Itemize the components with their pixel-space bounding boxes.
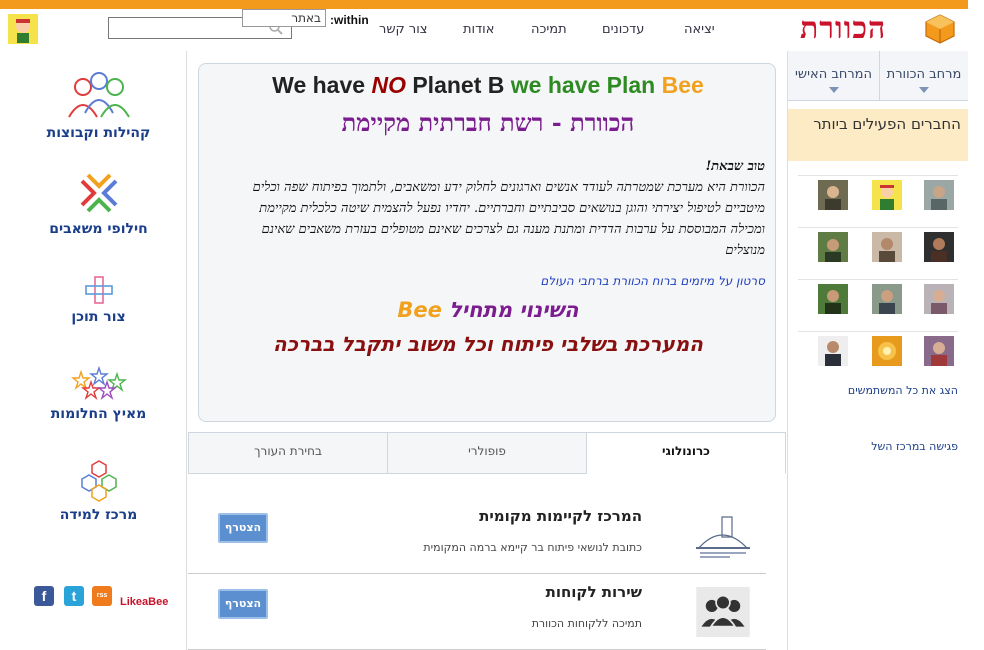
menu-learning-center-label: מרכז למידה [59,507,138,523]
tab-popular[interactable]: פופולרי [387,432,587,474]
hero-title-no: NO [371,72,406,98]
within-label: :within [330,13,369,27]
center-content: We have NO Planet B we have Plan Bee הכו… [188,51,786,650]
social-links: f t rss LikeaBee [34,584,184,610]
member-avatar[interactable] [924,284,954,314]
plus-icon [84,276,113,304]
hero-title-planet: Planet B [412,72,505,98]
hive-logo-icon[interactable] [924,14,956,44]
hero-change: השינוי מתחיל Bee [199,298,777,322]
group-description: כתובת לנושאי פיתוח בר קיימא ברמה המקומית [423,541,642,554]
member-avatar[interactable] [872,336,902,366]
member-avatar[interactable] [818,284,848,314]
member-avatar[interactable] [872,180,902,210]
menu-resource-exchange-label: חילופי משאבים [49,221,148,237]
menu-communities-label: קהילות וקבוצות [46,125,151,141]
menu-communities[interactable]: קהילות וקבוצות [10,71,187,141]
menu-dream-accelerator[interactable]: מאיץ החלומות [10,366,187,422]
member-avatar[interactable] [818,336,848,366]
user-avatar[interactable] [8,14,38,44]
right-sidebar: מרחב הכוורת המרחב האישי החברים הפעילים ב… [787,51,969,650]
hero-title: We have NO Planet B we have Plan Bee [199,72,777,99]
member-row [798,175,958,227]
hero-panel: We have NO Planet B we have Plan Bee הכו… [198,63,776,422]
hero-title-bee: Bee [661,72,704,98]
video-link[interactable]: סרטון על מיזמים ברוח הכוורת ברחבי העולם [221,274,765,288]
member-avatar[interactable] [872,232,902,262]
member-avatar[interactable] [924,336,954,366]
join-button[interactable]: הצטרף [218,513,268,543]
group-row: הצטרף שירות לקוחות תמיכה ללקוחות הכוורת [188,575,766,650]
menu-create-content[interactable]: צור תוכן [10,275,187,325]
nav-support[interactable]: תמיכה [531,22,567,37]
nav-contact[interactable]: צור קשר [379,22,428,37]
users-group-icon[interactable] [692,587,754,637]
active-members-title: החברים הפעילים ביותר [788,109,969,161]
group-title[interactable]: המרכז לקיימות מקומית [479,507,642,525]
menu-learning-center[interactable]: מרכז למידה [10,459,187,523]
group-title[interactable]: שירות לקוחות [546,583,642,601]
hero-change-bee: Bee [397,298,442,322]
sustainability-center-logo[interactable] [692,511,754,561]
likeabee-logo[interactable]: LikeaBee [120,596,168,608]
menu-dream-accelerator-label: מאיץ החלומות [50,406,147,422]
left-menu: קהילות וקבוצות חילופי משאבים צור תוכן מא… [10,51,187,650]
honeycomb-icon [80,460,117,502]
chevron-down-icon [828,87,839,93]
twitter-icon[interactable]: t [64,586,84,606]
sort-tabs: כרונולוגי פופולרי בחירת העורך [188,432,786,474]
nav-logout[interactable]: יציאה [684,22,715,37]
hero-description: הכוורת היא מערכת שמטרתה לעודד אנשים וארג… [252,180,765,258]
hero-subtitle: הכוורת - רשת חברתית מקיימת [341,108,635,137]
menu-resource-exchange[interactable]: חילופי משאבים [10,169,187,237]
member-row [798,331,958,383]
site-select[interactable]: באתר [242,9,326,27]
hero-title-plan: we have Plan [510,72,656,98]
hero-greeting: טוב שבאת! [705,159,765,174]
member-avatar[interactable] [872,284,902,314]
member-avatar[interactable] [924,180,954,210]
facebook-icon[interactable]: f [34,586,54,606]
member-avatar[interactable] [818,180,848,210]
chevron-down-icon [919,87,929,93]
tab-editors-choice[interactable]: בחירת העורך [188,432,388,474]
hero-change-text: השינוי מתחיל [449,298,579,322]
exchange-icon [80,173,117,213]
dev-notice: המערכת בשלבי פיתוח וכל משוב יתקבל בברכה [273,332,703,356]
group-description: תמיכה ללקוחות הכוורת [531,617,642,630]
main-area: קהילות וקבוצות חילופי משאבים צור תוכן מא… [0,51,984,650]
nav-about[interactable]: אודות [463,22,494,37]
hero-title-we-have: We have [272,72,366,98]
stars-icon [70,366,127,401]
tab-personal-space-label: המרחב האישי [794,67,872,82]
header: באתר :within צור קשר אודות תמיכה עדכונים… [0,9,968,51]
nav-updates[interactable]: עדכונים [602,22,644,37]
member-row [798,279,958,331]
tab-hive-space-label: מרחב הכוורת [886,67,962,82]
member-avatar[interactable] [924,232,954,262]
tab-hive-space[interactable]: מרחב הכוורת [880,51,969,101]
top-accent-strip [0,0,968,9]
tab-personal-space[interactable]: המרחב האישי [788,51,880,101]
page-scrollbar[interactable] [968,0,984,650]
tab-chronological[interactable]: כרונולוגי [586,432,786,474]
show-all-users-link[interactable]: הצג את כל המשתמשים [798,384,958,397]
hero-body: טוב שבאת! הכוורת היא מערכת שמטרתה לעודד … [221,156,765,261]
group-row: הצטרף המרכז לקיימות מקומית כתובת לנושאי … [188,499,766,574]
people-icon [67,72,130,118]
menu-create-content-label: צור תוכן [71,309,126,325]
rss-icon[interactable]: rss [92,586,112,606]
join-button[interactable]: הצטרף [218,589,268,619]
site-logo-text[interactable]: הכוורת [800,11,886,46]
meeting-link[interactable]: פגישה במרכז השל [798,440,958,453]
member-row [798,227,958,279]
member-avatar[interactable] [818,232,848,262]
